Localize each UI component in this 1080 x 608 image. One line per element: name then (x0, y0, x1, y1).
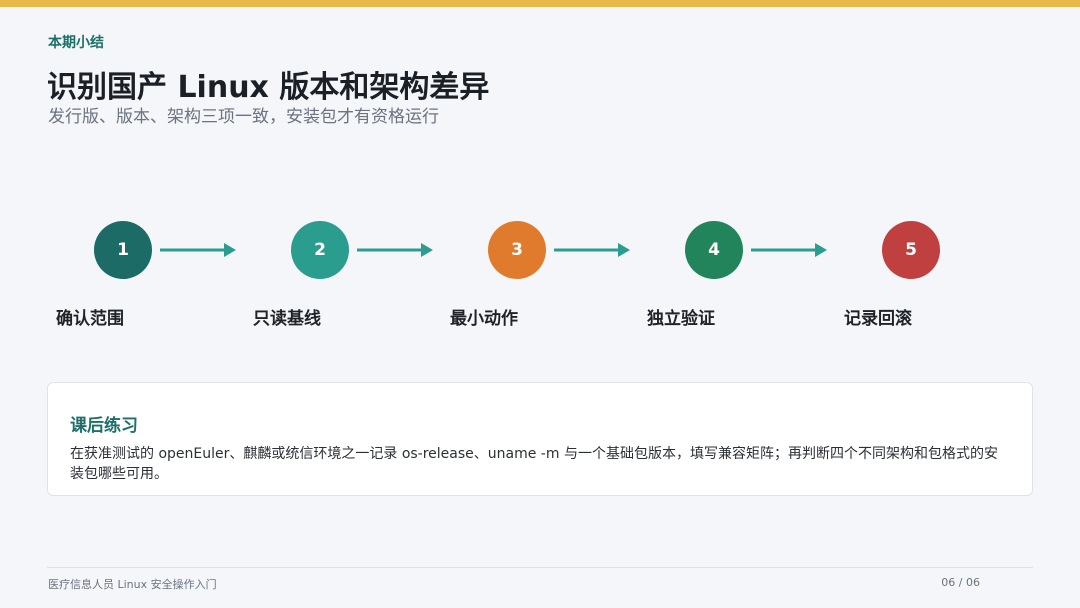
footer-page-number: 06 / 06 (941, 576, 980, 589)
top-accent-bar (0, 0, 1080, 7)
arrow-right-icon (160, 243, 236, 257)
step-1-number: 1 (117, 240, 129, 260)
step-1-circle: 1 (94, 221, 152, 279)
step-2-circle: 2 (291, 221, 349, 279)
step-5-circle: 5 (882, 221, 940, 279)
step-4-circle: 4 (685, 221, 743, 279)
step-5-label: 记录回滚 (844, 309, 912, 329)
step-1-label: 确认范围 (56, 309, 124, 329)
arrow-right-icon (357, 243, 433, 257)
step-3-number: 3 (511, 240, 523, 260)
section-kicker: 本期小结 (48, 35, 104, 51)
step-4-label: 独立验证 (647, 309, 715, 329)
step-2-label: 只读基线 (253, 309, 321, 329)
step-4-number: 4 (708, 240, 720, 260)
step-2-number: 2 (314, 240, 326, 260)
exercise-card-title: 课后练习 (70, 416, 138, 436)
arrow-right-icon (751, 243, 827, 257)
step-3-label: 最小动作 (450, 309, 518, 329)
step-5-number: 5 (905, 240, 917, 260)
arrow-right-icon (554, 243, 630, 257)
exercise-card-body: 在获准测试的 openEuler、麒麟或统信环境之一记录 os-release、… (70, 446, 998, 482)
exercise-card: 课后练习 在获准测试的 openEuler、麒麟或统信环境之一记录 os-rel… (47, 382, 1033, 496)
footer-course-title: 医疗信息人员 Linux 安全操作入门 (48, 578, 217, 591)
page-subtitle: 发行版、版本、架构三项一致，安装包才有资格运行 (48, 107, 439, 127)
footer-divider (47, 567, 1033, 568)
step-3-circle: 3 (488, 221, 546, 279)
page-title: 识别国产 Linux 版本和架构差异 (47, 70, 490, 105)
